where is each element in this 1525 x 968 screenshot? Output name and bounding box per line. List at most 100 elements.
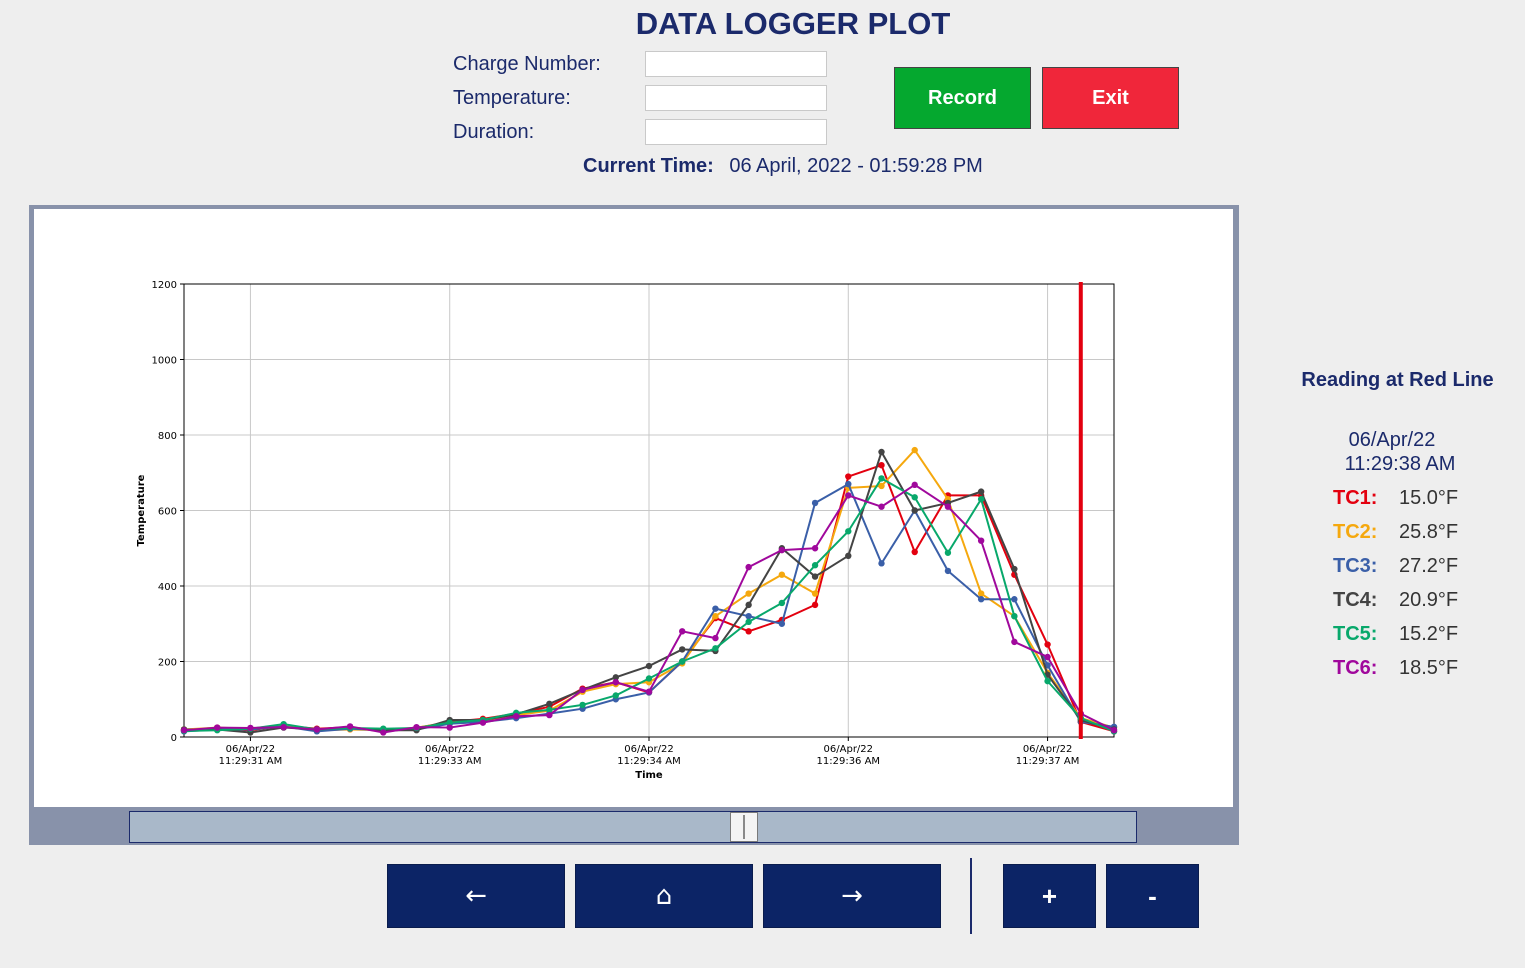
x-tick-time: 11:29:31 AM [219, 756, 283, 767]
data-point-tc4 [546, 700, 553, 707]
data-point-tc6 [214, 724, 221, 731]
data-point-tc3 [878, 560, 885, 567]
data-point-tc5 [911, 494, 918, 501]
data-point-tc6 [612, 679, 619, 686]
data-point-tc5 [845, 528, 852, 535]
reading-channel-value: 15.0°F [1399, 487, 1459, 509]
x-tick-date: 06/Apr/22 [1023, 744, 1073, 755]
reading-channel-label: TC1: [1333, 487, 1378, 509]
zoom-in-button[interactable]: + [1003, 864, 1096, 928]
data-point-tc5 [778, 599, 786, 607]
data-point-tc5 [977, 495, 985, 503]
y-tick-label: 400 [158, 582, 177, 593]
chart-labels: 02004006008001000120006/Apr/2211:29:31 A… [136, 280, 1079, 781]
data-point-tc6 [911, 481, 918, 489]
data-point-tc6 [778, 546, 786, 554]
home-button[interactable]: ⌂ [575, 864, 753, 928]
zoom-out-button[interactable]: - [1106, 864, 1199, 928]
data-point-tc2 [811, 590, 819, 597]
y-tick-label: 600 [158, 507, 177, 518]
data-point-tc3 [845, 480, 852, 488]
data-point-tc6 [413, 723, 420, 731]
data-point-tc3 [944, 567, 952, 575]
reading-channel-value: 20.9°F [1399, 589, 1459, 611]
data-point-tc1 [1044, 641, 1051, 648]
x-tick-time: 11:29:34 AM [617, 756, 681, 767]
data-point-tc6 [712, 634, 719, 642]
y-tick-label: 1000 [152, 356, 177, 367]
line-chart: 02004006008001000120006/Apr/2211:29:31 A… [136, 280, 1118, 781]
back-button[interactable]: ← [387, 864, 565, 928]
temperature-input[interactable] [645, 85, 827, 111]
reading-channel-value: 25.8°F [1399, 521, 1459, 543]
temperature-label: Temperature: [453, 87, 571, 109]
data-point-tc2 [911, 446, 918, 454]
data-point-tc6 [1011, 638, 1018, 646]
data-point-tc6 [1110, 727, 1118, 734]
data-point-tc1 [911, 548, 918, 556]
data-point-tc6 [878, 503, 885, 510]
nav-separator [970, 858, 972, 934]
slider-grip-icon [743, 815, 745, 839]
y-tick-label: 200 [158, 658, 177, 669]
reading-row: TC2: 25.8°F [1333, 521, 1458, 544]
data-point-tc4 [679, 646, 686, 653]
duration-input[interactable] [645, 119, 827, 145]
data-point-tc6 [313, 726, 321, 733]
app-title: DATA LOGGER PLOT [635, 6, 951, 41]
data-point-tc6 [1044, 653, 1051, 661]
reading-row: TC5: 15.2°F [1333, 623, 1458, 646]
reading-row: TC1: 15.0°F [1333, 487, 1458, 510]
data-point-tc6 [944, 503, 952, 510]
data-point-tc3 [745, 613, 752, 620]
data-point-tc5 [679, 658, 686, 665]
data-point-tc5 [712, 645, 719, 652]
data-point-tc3 [778, 620, 786, 627]
current-time: Current Time: 06 April, 2022 - 01:59:28 … [583, 155, 983, 178]
data-point-tc4 [745, 601, 752, 609]
reading-title: Reading at Red Line [1301, 369, 1494, 391]
data-point-tc6 [180, 727, 188, 734]
charge-number-input[interactable] [645, 51, 827, 77]
y-tick-label: 800 [158, 431, 177, 442]
reading-row: TC4: 20.9°F [1333, 589, 1458, 612]
reading-channel-label: TC3: [1333, 555, 1378, 577]
time-slider-thumb[interactable] [730, 812, 758, 842]
y-tick-label: 1200 [152, 280, 177, 291]
data-point-tc4 [911, 507, 918, 514]
minus-icon: - [1148, 880, 1157, 911]
reading-date: 06/Apr/22 [1348, 429, 1436, 451]
data-point-tc1 [811, 601, 819, 609]
charge-number-label: Charge Number: [453, 53, 601, 75]
reading-channel-value: 18.5°F [1399, 657, 1459, 679]
x-tick-date: 06/Apr/22 [824, 744, 874, 755]
reading-time: 11:29:38 AM [1344, 453, 1456, 475]
data-point-tc3 [811, 499, 819, 507]
plus-icon: + [1041, 880, 1058, 911]
data-point-tc4 [811, 573, 819, 580]
reading-channel-label: TC6: [1333, 657, 1378, 679]
data-point-tc3 [712, 605, 719, 612]
duration-label: Duration: [453, 121, 535, 143]
data-point-tc4 [977, 488, 985, 495]
time-slider[interactable] [129, 811, 1137, 843]
data-point-tc5 [745, 618, 752, 626]
data-point-tc6 [977, 537, 985, 544]
record-button[interactable]: Record [894, 67, 1031, 129]
reading-row: TC3: 27.2°F [1333, 555, 1458, 578]
data-point-tc1 [845, 473, 852, 480]
data-point-tc6 [479, 719, 487, 726]
data-point-tc5 [579, 701, 586, 709]
home-icon: ⌂ [655, 881, 673, 911]
data-point-tc5 [612, 692, 619, 699]
forward-button[interactable]: → [763, 864, 941, 928]
y-tick-label: 0 [171, 733, 177, 744]
data-point-tc6 [346, 723, 354, 730]
exit-button[interactable]: Exit [1042, 67, 1179, 129]
reading-channel-value: 15.2°F [1399, 623, 1459, 645]
data-point-tc5 [944, 549, 952, 556]
data-point-tc5 [645, 675, 653, 682]
data-point-tc6 [380, 729, 387, 736]
x-tick-date: 06/Apr/22 [226, 744, 276, 755]
x-tick-time: 11:29:33 AM [418, 756, 482, 767]
